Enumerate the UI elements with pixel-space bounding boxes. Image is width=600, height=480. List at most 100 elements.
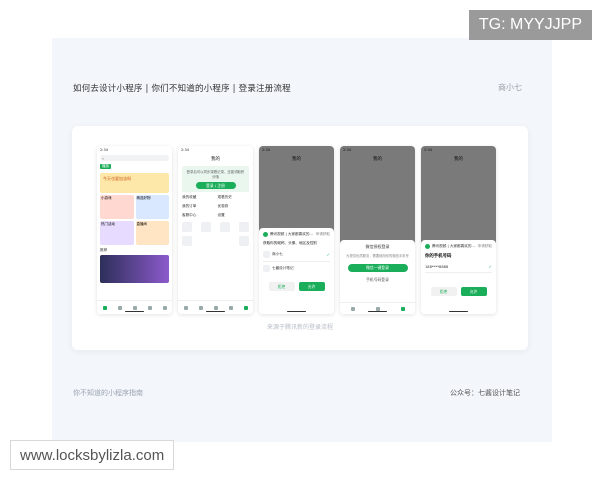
action-buttons: 拒绝 允许 xyxy=(425,287,492,296)
tg-overlay-badge: TG: MYYJJPP xyxy=(468,10,592,40)
tab-bar xyxy=(340,302,415,314)
search-input[interactable]: ⌕ xyxy=(100,155,169,161)
mockup-panel: 2:34 ⌕ 播放 今天也要加油呀 小游戏 精选好物 热门活动 直播间 推荐 2… xyxy=(72,126,528,350)
phone-profile: 2:34 我的 登录后可以同步观看记录，还能领取积分哦 登录 / 注册 我的收藏… xyxy=(178,146,253,314)
page-title: 如何去设计小程序 | 你们不知道的小程序 | 登录注册流程 xyxy=(73,84,291,94)
phone-label: 你的手机号码 xyxy=(425,254,452,259)
sheet-desc: 为提供优质服务，需要使用你的微信手机号 xyxy=(346,254,409,258)
auth-sheet: 腾讯视频 | 大家都喜欢的… 申请获取 获取你的昵称、头像、地区及性别 商小七 … xyxy=(259,228,334,314)
tab-active[interactable]: 播放 xyxy=(100,164,112,169)
dim-overlay xyxy=(421,146,496,246)
sheet-sub: 申请获取 xyxy=(315,232,330,236)
home-indicator xyxy=(125,310,144,312)
login-button[interactable]: 登录 / 注册 xyxy=(195,182,236,189)
phone-number: 188****8888 xyxy=(425,264,449,269)
card[interactable]: 小游戏 xyxy=(100,195,134,219)
sheet-title: 腾讯视频 | 大家都喜欢的… xyxy=(432,244,476,248)
settings-icon[interactable] xyxy=(239,236,249,246)
wallet-icon[interactable] xyxy=(220,222,230,232)
menu-item[interactable]: 我的收藏 xyxy=(182,195,214,200)
card-grid: 小游戏 精选好物 热门活动 直播间 xyxy=(100,195,169,245)
discover-icon[interactable] xyxy=(198,305,203,310)
phone-number-auth: 2:34 我的 腾讯视频 | 大家都喜欢的… 申请获取 你的手机号码 188**… xyxy=(421,146,496,314)
menu-item[interactable]: 观看历史 xyxy=(218,195,250,200)
card[interactable]: 直播间 xyxy=(135,221,169,245)
home-icon[interactable] xyxy=(102,305,107,310)
menu-item[interactable]: 设置 xyxy=(218,213,250,218)
profile-name: 商小七 xyxy=(272,252,283,256)
sheet-header: 腾讯视频 | 大家都喜欢的… 申请获取 xyxy=(263,232,330,237)
live-icon[interactable] xyxy=(132,305,137,310)
section-title: 推荐 xyxy=(100,248,108,252)
profile-icon[interactable] xyxy=(162,305,167,310)
tab-row: 播放 xyxy=(97,162,172,171)
avatar xyxy=(263,251,270,258)
home-indicator xyxy=(368,310,387,312)
app-logo-icon xyxy=(425,244,430,249)
check-icon: ✓ xyxy=(326,252,330,257)
home-indicator xyxy=(287,310,306,312)
account-option[interactable]: 七酱设计笔记 xyxy=(263,265,330,272)
wechat-login-button[interactable]: 微信一键登录 xyxy=(347,264,408,272)
home-indicator xyxy=(449,310,468,312)
sheet-header: 腾讯视频 | 大家都喜欢的… 申请获取 xyxy=(425,244,492,249)
gift-icon[interactable] xyxy=(239,222,249,232)
menu-item[interactable]: 我的订单 xyxy=(182,204,214,209)
home-icon[interactable] xyxy=(350,306,355,311)
avatar xyxy=(263,265,270,272)
profile-icon[interactable] xyxy=(400,306,405,311)
discover-icon[interactable] xyxy=(117,305,122,310)
home-icon[interactable] xyxy=(183,305,188,310)
phone-home: 2:34 ⌕ 播放 今天也要加油呀 小游戏 精选好物 热门活动 直播间 推荐 xyxy=(97,146,172,314)
card[interactable]: 热门活动 xyxy=(100,221,134,245)
dim-overlay xyxy=(340,146,415,246)
menu-item[interactable]: 优惠券 xyxy=(218,204,250,209)
sheet-sub: 申请获取 xyxy=(477,244,492,248)
search-icon: ⌕ xyxy=(102,155,105,161)
watermark-badge: www.locksbylizla.com xyxy=(10,440,175,470)
allow-button[interactable]: 允许 xyxy=(298,282,325,291)
status-time: 2:34 xyxy=(181,148,190,152)
phone-wechat-login: 2:34 我的 微信授权登录 为提供优质服务，需要使用你的微信手机号 微信一键登… xyxy=(340,146,415,314)
sheet-title: 腾讯视频 | 大家都喜欢的… xyxy=(270,232,314,236)
promo-banner[interactable]: 今天也要加油呀 xyxy=(100,173,169,193)
order-icon[interactable] xyxy=(182,222,192,232)
phone-sheet: 腾讯视频 | 大家都喜欢的… 申请获取 你的手机号码 188****8888 ✓… xyxy=(421,240,496,314)
sheet-desc: 获取你的昵称、头像、地区及性别 xyxy=(263,241,317,245)
login-hint: 登录后可以同步观看记录，还能领取积分哦 xyxy=(186,170,245,179)
sheet-title: 微信授权登录 xyxy=(365,244,390,249)
discover-icon[interactable] xyxy=(375,306,380,311)
footer-right: 公众号：七酱设计笔记 xyxy=(450,389,520,397)
phone-login-button[interactable]: 手机号码登录 xyxy=(348,277,408,283)
message-icon[interactable] xyxy=(228,305,233,310)
coupon-icon[interactable] xyxy=(201,222,211,232)
card[interactable]: 精选好物 xyxy=(135,195,169,219)
check-icon: ✓ xyxy=(488,264,492,269)
icon-row xyxy=(182,236,249,246)
figure-caption: 来源于腾讯新的登录流程 xyxy=(266,324,333,331)
home-indicator xyxy=(206,310,225,312)
author-signature: 商小七 xyxy=(498,83,522,92)
alt-account: 七酱设计笔记 xyxy=(272,266,294,270)
page-title: 我的 xyxy=(211,157,220,162)
account-option[interactable]: 商小七 ✓ xyxy=(263,251,330,262)
cancel-button[interactable]: 拒绝 xyxy=(430,287,457,296)
screenshot-canvas: 如何去设计小程序 | 你们不知道的小程序 | 登录注册流程 商小七 2:34 ⌕… xyxy=(0,0,600,480)
footer-left: 你不知道的小程序指南 xyxy=(73,389,143,397)
allow-button[interactable]: 允许 xyxy=(460,287,487,296)
message-icon[interactable] xyxy=(147,305,152,310)
icon-row xyxy=(182,222,249,232)
menu-item[interactable]: 客服中心 xyxy=(182,213,214,218)
app-logo-icon xyxy=(263,232,268,237)
service-icon[interactable] xyxy=(182,236,192,246)
menu-grid: 我的收藏 观看历史 我的订单 优惠券 客服中心 设置 xyxy=(182,195,249,218)
live-icon[interactable] xyxy=(213,305,218,310)
phone-option[interactable]: 188****8888 ✓ xyxy=(425,264,492,273)
action-buttons: 拒绝 允许 xyxy=(263,282,330,291)
status-time: 2:34 xyxy=(100,148,109,152)
phone-auth-profile: 2:34 我的 腾讯视频 | 大家都喜欢的… 申请获取 获取你的昵称、头像、地区… xyxy=(259,146,334,314)
profile-icon[interactable] xyxy=(243,305,248,310)
cancel-button[interactable]: 拒绝 xyxy=(268,282,295,291)
feed-image[interactable] xyxy=(100,255,169,283)
login-card: 登录后可以同步观看记录，还能领取积分哦 登录 / 注册 xyxy=(182,166,249,192)
